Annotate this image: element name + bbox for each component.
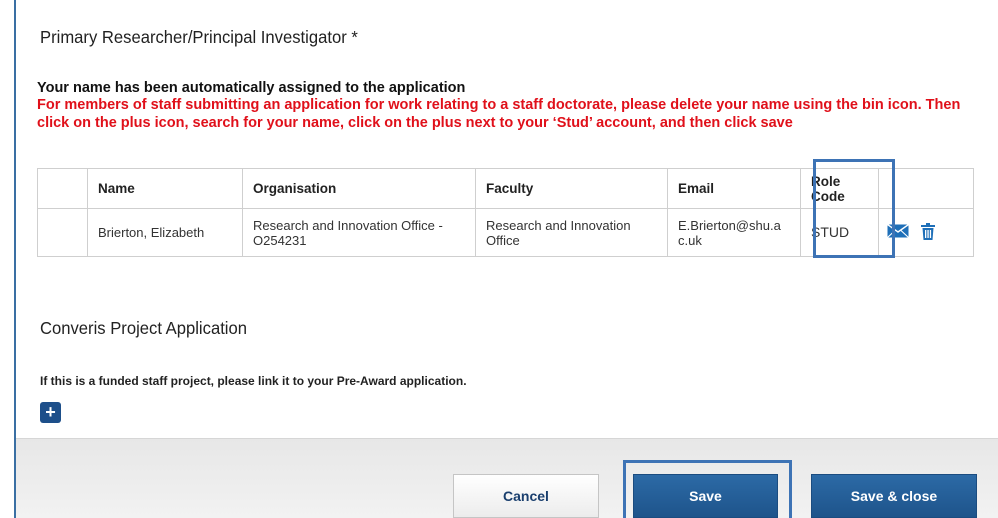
cell-organisation: Research and Innovation Office - O254231 <box>242 208 476 257</box>
link-pre-award-note: If this is a funded staff project, pleas… <box>40 374 467 388</box>
column-header-actions <box>878 168 974 209</box>
save-close-button[interactable]: Save & close <box>811 474 977 518</box>
cell-email: E.Brierton@shu.ac.uk <box>667 208 801 257</box>
staff-doctorate-instruction: For members of staff submitting an appli… <box>37 97 961 131</box>
column-header-faculty[interactable]: Faculty <box>475 168 668 209</box>
save-button[interactable]: Save <box>633 474 778 518</box>
column-header-organisation[interactable]: Organisation <box>242 168 476 209</box>
mail-icon[interactable] <box>887 223 909 241</box>
role-code-label: Role Code <box>811 173 845 204</box>
cell-actions <box>878 208 974 257</box>
cancel-button[interactable]: Cancel <box>453 474 599 518</box>
column-header-blank <box>37 168 88 209</box>
column-header-role-code[interactable]: Role Code <box>800 168 879 209</box>
row-blank-cell <box>37 208 88 257</box>
section-title-researcher: Primary Researcher/Principal Investigato… <box>40 27 358 47</box>
plus-icon[interactable]: + <box>40 402 61 423</box>
cell-name: Brierton, Elizabeth <box>87 208 243 257</box>
column-header-email[interactable]: Email <box>667 168 801 209</box>
cell-faculty: Research and Innovation Office <box>475 208 668 257</box>
researcher-table: Name Organisation Faculty Email Role Cod… <box>37 168 974 257</box>
section-title-converis: Converis Project Application <box>40 318 247 338</box>
table-row: Brierton, Elizabeth Research and Innovat… <box>37 208 974 257</box>
trash-icon[interactable] <box>920 222 935 243</box>
column-header-name[interactable]: Name <box>87 168 243 209</box>
cell-role-code: STUD <box>800 208 879 257</box>
auto-assigned-message: Your name has been automatically assigne… <box>37 80 466 96</box>
table-header-row: Name Organisation Faculty Email Role Cod… <box>37 168 974 209</box>
